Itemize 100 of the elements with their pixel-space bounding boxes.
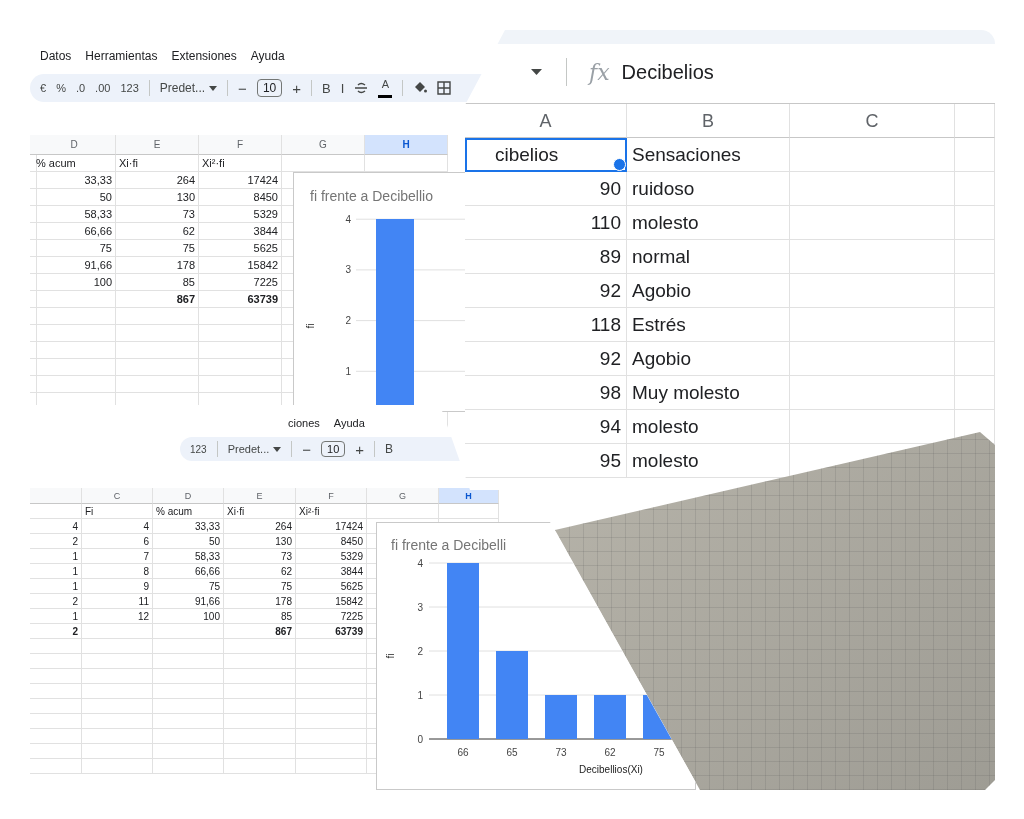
table-cell — [955, 138, 995, 172]
column-header[interactable]: D — [33, 135, 116, 155]
menu-item[interactable]: ciones — [288, 415, 320, 431]
toolbar-button[interactable]: % — [56, 82, 66, 94]
paint-bucket-icon — [413, 81, 428, 95]
table-cell[interactable]: Agobio — [627, 342, 790, 376]
increase-size-button[interactable]: + — [292, 79, 301, 97]
chart-title: fi frente a Decibellio — [310, 188, 433, 204]
table-cell[interactable]: 118 — [465, 308, 627, 342]
font-size-field[interactable]: 10 — [256, 79, 283, 97]
table-cell — [224, 699, 296, 714]
table-cell: 130 — [116, 189, 199, 206]
column-header[interactable]: E — [116, 135, 199, 155]
table-cell[interactable]: 92 — [465, 274, 627, 308]
table-cell — [153, 654, 224, 669]
toolbar-button[interactable]: .0 — [75, 82, 86, 94]
table-cell: 5329 — [199, 206, 282, 223]
text-color-button[interactable]: A — [378, 78, 393, 98]
table-cell[interactable]: 98 — [465, 376, 627, 410]
menu-item[interactable]: Herramientas — [85, 47, 158, 65]
table-cell — [224, 729, 296, 744]
table-cell[interactable]: molesto — [627, 410, 790, 444]
table-cell: Xi²·fi — [199, 155, 282, 172]
column-header[interactable]: C — [790, 104, 955, 138]
menu-item[interactable]: Ayuda — [250, 47, 285, 65]
menu-item[interactable]: Datos — [40, 47, 72, 65]
table-cell: Xi²·fi — [296, 504, 367, 519]
decrease-size-button[interactable]: − — [302, 440, 312, 458]
italic-button[interactable]: I — [340, 80, 345, 96]
table-cell[interactable]: ruidoso — [627, 172, 790, 206]
table-cell[interactable]: Muy molesto — [627, 376, 790, 410]
table-cell[interactable]: 95 — [465, 444, 627, 478]
table-cell — [82, 669, 153, 684]
axis-title: fi — [385, 653, 396, 659]
column-header[interactable]: G — [367, 488, 439, 504]
column-header[interactable]: E — [224, 488, 296, 504]
toolbar-button[interactable]: .00 — [95, 82, 111, 94]
column-header[interactable]: A — [465, 104, 627, 138]
bar — [545, 695, 577, 739]
table-cell — [30, 729, 82, 744]
strikethrough-button[interactable] — [354, 81, 369, 95]
formula-field[interactable]: Decibelios — [621, 60, 714, 84]
toolbar-button[interactable]: € — [40, 82, 47, 94]
column-header[interactable]: C — [82, 488, 153, 504]
table-cell: 8450 — [296, 534, 367, 549]
table-cell: 1 — [30, 549, 82, 564]
column-header[interactable]: H — [439, 488, 499, 504]
borders-button[interactable] — [437, 81, 452, 95]
table-cell[interactable]: cibelios — [465, 138, 627, 172]
table-cell: 264 — [224, 519, 296, 534]
toolbar-button[interactable]: 123 — [190, 443, 207, 455]
table-cell — [153, 699, 224, 714]
font-dropdown[interactable]: Predet... — [227, 443, 282, 455]
table-cell[interactable]: 94 — [465, 410, 627, 444]
decrease-size-button[interactable]: − — [238, 79, 247, 97]
table-cell: 75 — [33, 240, 116, 257]
table-cell: 5625 — [296, 579, 367, 594]
table-cell: 17424 — [296, 519, 367, 534]
table-cell[interactable]: 92 — [465, 342, 627, 376]
column-header[interactable]: B — [627, 104, 790, 138]
axis-tick-label: 2 — [345, 315, 351, 327]
bold-button[interactable]: B — [385, 442, 394, 456]
table-cell[interactable]: 90 — [465, 172, 627, 206]
table-cell[interactable]: normal — [627, 240, 790, 274]
column-header[interactable]: D — [153, 488, 224, 504]
column-header[interactable]: G — [282, 135, 365, 155]
fill-handle[interactable] — [613, 158, 626, 171]
fill-color-button[interactable] — [413, 81, 428, 95]
column-header[interactable]: F — [296, 488, 367, 504]
column-header[interactable]: F — [199, 135, 282, 155]
menu-item[interactable]: Ayuda — [333, 415, 365, 431]
table-cell — [82, 639, 153, 654]
table-cell: 3844 — [199, 223, 282, 240]
table-cell[interactable]: 110 — [465, 206, 627, 240]
table-cell: 58,33 — [153, 549, 224, 564]
table-cell[interactable]: Sensaciones — [627, 138, 790, 172]
increase-size-button[interactable]: + — [355, 440, 365, 458]
table-cell[interactable]: Estrés — [627, 308, 790, 342]
toolbar-button[interactable]: 123 — [120, 82, 139, 94]
font-dropdown[interactable]: Predet... — [159, 81, 218, 95]
table-cell[interactable]: molesto — [627, 206, 790, 240]
table-cell: 178 — [116, 257, 199, 274]
table-cell — [30, 669, 82, 684]
table-cell: 85 — [116, 274, 199, 291]
table-cell — [224, 669, 296, 684]
menu-item[interactable]: Extensiones — [171, 47, 237, 65]
function-label: fx — [589, 59, 610, 85]
table-cell: 100 — [33, 274, 116, 291]
font-size-field[interactable]: 10 — [321, 441, 346, 457]
table-cell — [82, 624, 153, 639]
bold-button[interactable]: B — [322, 80, 331, 96]
table-cell — [439, 504, 499, 519]
table-cell[interactable]: Agobio — [627, 274, 790, 308]
table-cell[interactable]: 89 — [465, 240, 627, 274]
column-header[interactable]: H — [365, 135, 448, 155]
table-cell — [955, 206, 995, 240]
table-cell: 33,33 — [33, 172, 116, 189]
table-cell — [153, 744, 224, 759]
table-cell: 3844 — [296, 564, 367, 579]
table-cell[interactable]: molesto — [627, 444, 790, 478]
